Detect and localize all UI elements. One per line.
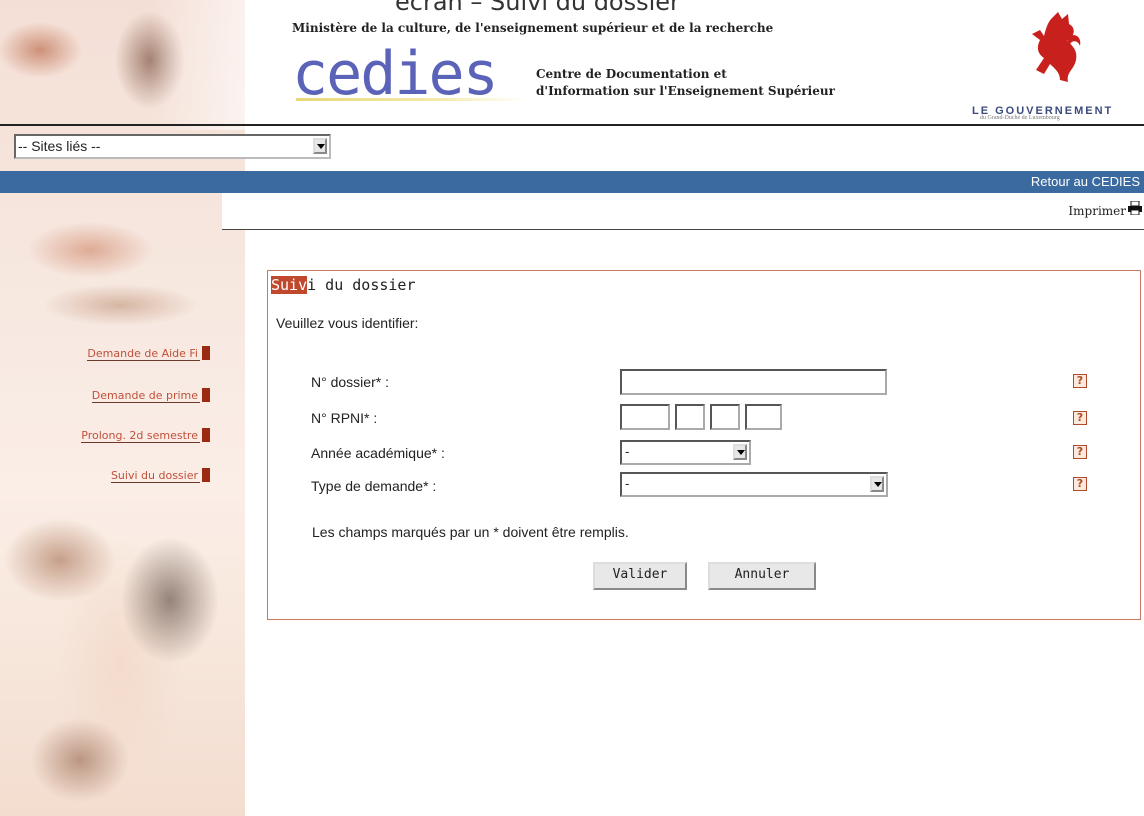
panel-title-highlight: Suiv [271, 276, 308, 294]
rpni-part-1-input[interactable] [620, 404, 670, 430]
dossier-label: N° dossier* : [311, 374, 389, 390]
dossier-help-icon[interactable]: ? [1073, 374, 1087, 388]
submit-button[interactable]: Valider [593, 562, 687, 590]
page-caption: écran – Suivi du dossier [395, 0, 680, 16]
dossier-number-input[interactable] [620, 369, 887, 395]
panel-title: Suivi du dossier [271, 276, 416, 294]
top-nav-bar: Retour au CEDIES [0, 171, 1144, 193]
cedies-subtitle: Centre de Documentation et d'Information… [536, 66, 835, 100]
sidebar-marker [202, 428, 210, 442]
request-type-value: - [625, 476, 630, 491]
header-divider [0, 124, 1144, 126]
chevron-down-icon[interactable] [313, 138, 327, 154]
academic-year-value: - [625, 444, 630, 459]
academic-year-label: Année académique* : [311, 445, 445, 461]
ministry-title: Ministère de la culture, de l'enseigneme… [292, 21, 774, 35]
lion-emblem-icon [1032, 12, 1081, 82]
subtitle-line-2: d'Information sur l'Enseignement Supérie… [536, 84, 835, 98]
artwork-fade [150, 0, 310, 130]
linked-sites-value: -- Sites liés -- [18, 138, 101, 154]
sidebar-item-aide-financiere[interactable]: Demande de Aide Fi [10, 346, 210, 361]
print-strip: Imprimer [222, 193, 1144, 230]
academic-year-help-icon[interactable]: ? [1073, 445, 1087, 459]
rpni-part-3-input[interactable] [710, 404, 740, 430]
request-type-label: Type de demande* : [311, 478, 437, 494]
rpni-part-4-input[interactable] [745, 404, 782, 430]
cancel-button[interactable]: Annuler [708, 562, 816, 590]
sidebar-item-label: Suivi du dossier [110, 469, 200, 483]
sidebar-item-prime[interactable]: Demande de prime [10, 388, 210, 403]
print-link[interactable]: Imprimer [1068, 204, 1126, 218]
chevron-down-icon[interactable] [870, 476, 884, 492]
chevron-down-icon[interactable] [733, 444, 747, 460]
request-type-help-icon[interactable]: ? [1073, 477, 1087, 491]
identify-instruction: Veuillez vous identifier: [276, 315, 419, 331]
request-type-select[interactable]: - [620, 472, 888, 497]
sidebar-item-label: Demande de Aide Fi [87, 347, 200, 361]
cedies-logo: cedies [292, 39, 499, 109]
rpni-label: N° RPNI* : [311, 410, 378, 426]
panel-title-rest: i du dossier [307, 276, 416, 294]
academic-year-select[interactable]: - [620, 440, 751, 465]
printer-icon[interactable] [1128, 201, 1142, 215]
sidebar-marker [202, 346, 210, 360]
back-to-cedies-link[interactable]: Retour au CEDIES [1031, 174, 1140, 189]
sidebar-item-label: Demande de prime [91, 389, 200, 403]
required-fields-note: Les champs marqués par un * doivent être… [312, 524, 629, 540]
logo-underline [296, 98, 526, 101]
sidebar-item-label: Prolong. 2d semestre [81, 429, 200, 443]
sidebar-marker [202, 468, 210, 482]
sidebar-marker [202, 388, 210, 402]
sidebar-item-prolongation[interactable]: Prolong. 2d semestre [10, 428, 210, 443]
rpni-help-icon[interactable]: ? [1073, 411, 1087, 425]
subtitle-line-1: Centre de Documentation et [536, 67, 727, 81]
government-subtitle: du Grand-Duché de Luxembourg [980, 115, 1060, 121]
linked-sites-select[interactable]: -- Sites liés -- [14, 134, 331, 159]
sidebar-item-suivi-dossier[interactable]: Suivi du dossier [10, 468, 210, 483]
rpni-part-2-input[interactable] [675, 404, 705, 430]
